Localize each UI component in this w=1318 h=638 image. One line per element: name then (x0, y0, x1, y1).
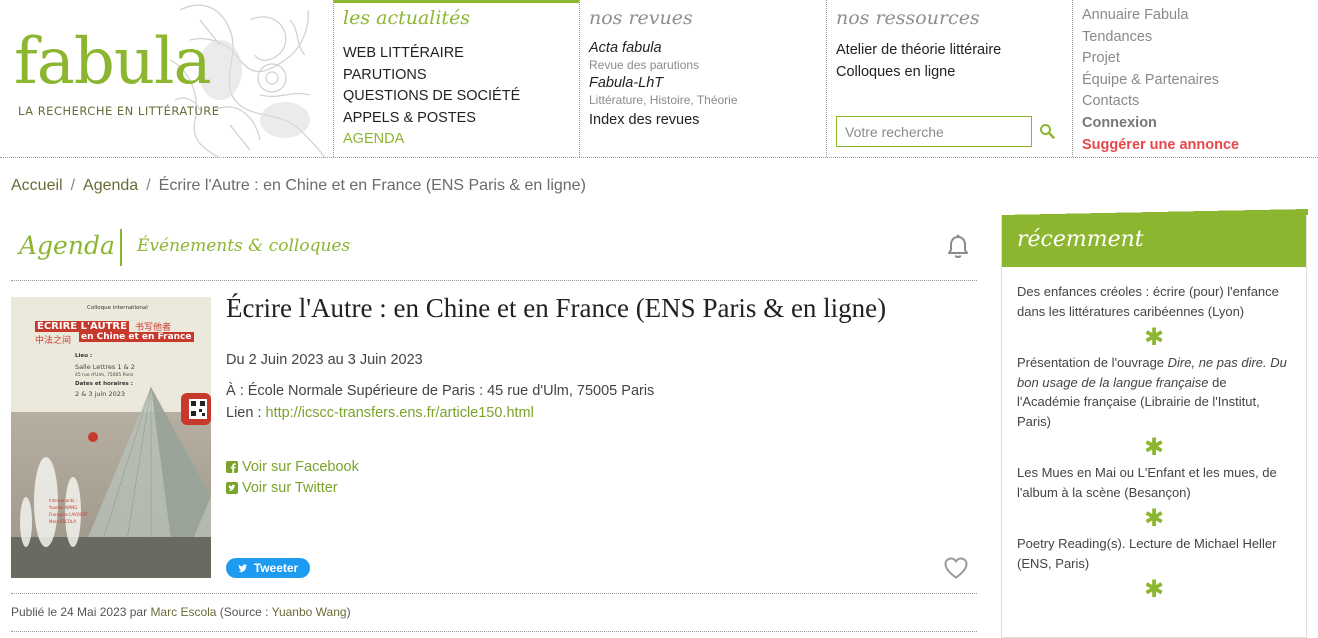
tweet-button-label: Tweeter (253, 561, 299, 575)
recent-item[interactable]: Des enfances créoles : écrire (pour) l'e… (1002, 282, 1306, 321)
event-link-label: Lien : (226, 405, 266, 421)
asterisk-separator-icon: ✱ (1143, 323, 1165, 351)
publication-info: Publié le 24 Mai 2023 par Marc Escola (S… (11, 605, 351, 619)
nav-item-colloques-en-ligne[interactable]: Colloques en ligne (836, 62, 1072, 84)
recent-item[interactable]: Poetry Reading(s). Lecture de Michael He… (1002, 534, 1306, 573)
poster-title-fr-1: ÉCRIRE L'AUTRE (35, 321, 129, 332)
divider (11, 280, 977, 281)
poster-title-zh-2: 中法之间 (35, 336, 72, 346)
section-divider (120, 229, 122, 266)
poster-dates-label: Dates et horaires : (75, 381, 133, 387)
recent-item[interactable]: Présentation de l'ouvrage Dire, ne pas d… (1002, 353, 1306, 431)
breadcrumb-agenda[interactable]: Agenda (83, 177, 138, 194)
nav-actualites: les actualités WEB LITTÉRAIRE PARUTIONS … (333, 0, 579, 157)
share-facebook-link[interactable]: Voir sur Facebook (226, 459, 359, 475)
sidebar-title: récemment (1017, 227, 1144, 252)
event-link[interactable]: http://icscc-transfers.ens.fr/article150… (266, 405, 534, 421)
event-link-row: Lien : http://icscc-transfers.ens.fr/art… (226, 405, 534, 421)
nav-item-questions-societe[interactable]: QUESTIONS DE SOCIÉTÉ (343, 86, 579, 108)
asterisk-separator-icon: ✱ (1143, 504, 1165, 532)
twitter-icon (226, 482, 238, 494)
site-header: fabula LA RECHERCHE EN LITTÉRATURE les a… (0, 0, 1318, 158)
source-prefix: (Source : (216, 605, 272, 619)
breadcrumb: Accueil / Agenda / Écrire l'Autre : en Chine… (11, 177, 586, 195)
nav-item-agenda[interactable]: AGENDA (343, 129, 579, 151)
search-icon[interactable] (1039, 123, 1055, 139)
section-subtitle: Événements & colloques (137, 236, 351, 256)
svg-text:Françoise LAVOCAT: Françoise LAVOCAT (49, 512, 88, 517)
nav-item-atelier-theorie[interactable]: Atelier de théorie littéraire (836, 40, 1072, 62)
tweet-button[interactable]: Tweeter (226, 558, 310, 578)
poster-lieu-2: 45 rue d'Ulm, 75005 Paris (75, 373, 134, 378)
nav-item-fabula-lht[interactable]: Fabula-LhT Littérature, Histoire, Théori… (589, 75, 826, 108)
util-item-projet[interactable]: Projet (1082, 48, 1318, 70)
svg-text:Marc ESCOLA: Marc ESCOLA (49, 519, 76, 524)
nav-utility: Annuaire Fabula Tendances Projet Équipe … (1072, 0, 1318, 157)
sidebar-recent: récemment Des enfances créoles : écrire … (1001, 209, 1308, 638)
divider (11, 593, 977, 594)
revue-subtitle: Littérature, Histoire, Théorie (589, 93, 738, 107)
logo-wordmark[interactable]: fabula (14, 30, 212, 94)
breadcrumb-separator: / (70, 177, 76, 194)
search-input[interactable] (836, 116, 1032, 147)
poster-title-fr-2: en Chine et en France (79, 332, 194, 342)
breadcrumb-current: Écrire l'Autre : en Chine et en France (… (158, 177, 586, 194)
sidebar-header: récemment (1002, 209, 1308, 267)
share-twitter-label: Voir sur Twitter (242, 480, 338, 496)
suggest-announcement-link[interactable]: Suggérer une annonce (1082, 135, 1318, 157)
divider (11, 631, 977, 632)
event-dates: Du 2 Juin 2023 au 3 Juin 2023 (226, 352, 423, 368)
nav-heading-revues[interactable]: nos revues (580, 0, 826, 40)
source-link[interactable]: Yuanbo Wang (272, 605, 347, 619)
nav-heading-ressources[interactable]: nos ressources (827, 0, 1072, 40)
svg-text:Yuanbo WANG: Yuanbo WANG (48, 505, 77, 510)
nav-heading-actualites[interactable]: les actualités (334, 3, 579, 43)
author-link[interactable]: Marc Escola (150, 605, 216, 619)
recent-item[interactable]: Les Mues en Mai ou L'Enfant et les mues,… (1002, 463, 1306, 502)
bell-icon[interactable] (946, 234, 970, 260)
twitter-bird-icon (238, 564, 247, 573)
revue-title: Acta fabula (589, 40, 662, 56)
nav-item-index-revues[interactable]: Index des revues (589, 110, 826, 132)
util-item-equipe[interactable]: Équipe & Partenaires (1082, 70, 1318, 92)
revue-subtitle: Revue des parutions (589, 58, 700, 72)
nav-item-parutions[interactable]: PARUTIONS (343, 65, 579, 87)
svg-text:Intervenants :: Intervenants : (49, 498, 77, 503)
login-link[interactable]: Connexion (1082, 113, 1318, 135)
share-twitter-link[interactable]: Voir sur Twitter (226, 480, 338, 496)
breadcrumb-home[interactable]: Accueil (11, 177, 63, 194)
event-poster-image[interactable]: Intervenants : Yuanbo WANG Françoise LAV… (11, 297, 211, 578)
recent-item-prefix: Présentation de l'ouvrage (1017, 355, 1168, 370)
poster-lieu-label: Lieu : (75, 353, 93, 359)
section-title: Agenda (19, 231, 115, 260)
nav-item-web-litteraire[interactable]: WEB LITTÉRAIRE (343, 43, 579, 65)
poster-kicker: Colloque international (87, 305, 148, 311)
util-item-tendances[interactable]: Tendances (1082, 27, 1318, 49)
nav-item-appels-postes[interactable]: APPELS & POSTES (343, 108, 579, 130)
published-prefix: Publié le 24 Mai 2023 par (11, 605, 151, 619)
nav-item-acta-fabula[interactable]: Acta fabula Revue des parutions (589, 40, 826, 73)
poster-dates-value: 2 & 3 juin 2023 (75, 390, 125, 398)
facebook-icon (226, 461, 238, 473)
heart-icon[interactable] (943, 556, 969, 580)
revue-title: Fabula-LhT (589, 75, 664, 91)
breadcrumb-separator: / (146, 177, 151, 194)
util-item-annuaire[interactable]: Annuaire Fabula (1082, 5, 1318, 27)
event-location: À : École Normale Supérieure de Paris : … (226, 383, 655, 399)
util-item-contacts[interactable]: Contacts (1082, 91, 1318, 113)
asterisk-separator-icon: ✱ (1143, 575, 1165, 603)
share-facebook-label: Voir sur Facebook (242, 459, 359, 475)
event-title: Écrire l'Autre : en Chine et en France (… (226, 293, 887, 323)
nav-revues: nos revues Acta fabula Revue des parutio… (579, 0, 826, 157)
poster-lieu-1: Salle Lettres 1 & 2 (75, 363, 135, 371)
source-suffix: ) (346, 605, 351, 619)
asterisk-separator-icon: ✱ (1143, 433, 1165, 461)
logo-tagline: LA RECHERCHE EN LITTÉRATURE (18, 104, 220, 118)
nav-ressources: nos ressources Atelier de théorie littér… (826, 0, 1072, 157)
